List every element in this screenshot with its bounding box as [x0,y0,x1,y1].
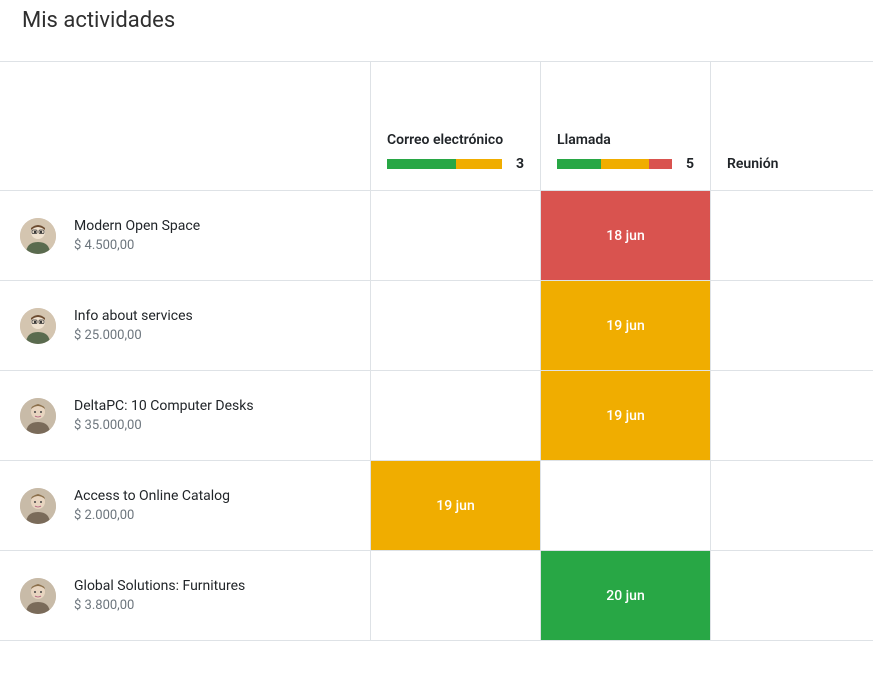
lead-info: Global Solutions: Furnitures $ 3.800,00 [74,578,245,613]
lead-cell[interactable]: Access to Online Catalog $ 2.000,00 [0,461,370,550]
progress-segment-green [557,159,601,169]
table-row[interactable]: Modern Open Space $ 4.500,00 18 jun [0,191,873,281]
lead-cell[interactable]: Modern Open Space $ 4.500,00 [0,191,370,280]
activity-cell[interactable]: 18 jun [540,191,710,280]
avatar[interactable] [20,308,56,344]
lead-amount: $ 2.000,00 [74,508,230,523]
column-progress: 5 [557,156,694,172]
avatar[interactable] [20,488,56,524]
avatar[interactable] [20,398,56,434]
header-spacer [0,62,370,190]
activity-cell[interactable]: 19 jun [540,281,710,370]
column-count: 3 [512,156,524,172]
activity-cell[interactable]: 19 jun [540,371,710,460]
progress-bar [557,159,672,169]
lead-cell[interactable]: DeltaPC: 10 Computer Desks $ 35.000,00 [0,371,370,460]
activity-cell[interactable] [540,461,710,550]
activity-cell[interactable] [370,281,540,370]
progress-segment-green [387,159,456,169]
lead-amount: $ 35.000,00 [74,418,254,433]
lead-info: Modern Open Space $ 4.500,00 [74,218,200,253]
table-row[interactable]: Info about services $ 25.000,00 19 jun [0,281,873,371]
avatar[interactable] [20,578,56,614]
lead-title: Modern Open Space [74,218,200,234]
column-count: 5 [682,156,694,172]
activity-cell[interactable]: 19 jun [370,461,540,550]
column-label: Reunión [727,156,857,172]
table-row[interactable]: Global Solutions: Furnitures $ 3.800,00 20… [0,551,873,641]
lead-cell[interactable]: Info about services $ 25.000,00 [0,281,370,370]
progress-segment-red [649,159,672,169]
table-row[interactable]: Access to Online Catalog $ 2.000,00 19 jun [0,461,873,551]
lead-cell[interactable]: Global Solutions: Furnitures $ 3.800,00 [0,551,370,640]
lead-title: Info about services [74,308,193,324]
table-row[interactable]: DeltaPC: 10 Computer Desks $ 35.000,00 19 … [0,371,873,461]
activity-cell[interactable] [370,551,540,640]
activity-grid: Correo electrónico 3 Llamada 5 Reunión M… [0,61,873,641]
page-title: Mis actividades [0,0,873,61]
activity-cell[interactable] [370,191,540,280]
activity-cell[interactable] [710,371,873,460]
lead-info: Info about services $ 25.000,00 [74,308,193,343]
activity-cell[interactable] [710,281,873,370]
lead-info: DeltaPC: 10 Computer Desks $ 35.000,00 [74,398,254,433]
progress-bar [387,159,502,169]
column-label: Correo electrónico [387,132,524,148]
lead-amount: $ 3.800,00 [74,598,245,613]
progress-segment-orange [456,159,502,169]
lead-info: Access to Online Catalog $ 2.000,00 [74,488,230,523]
column-label: Llamada [557,132,694,148]
column-header-meeting[interactable]: Reunión [710,62,873,190]
activity-cell[interactable]: 20 jun [540,551,710,640]
activity-cell[interactable] [710,461,873,550]
grid-header: Correo electrónico 3 Llamada 5 Reunión [0,61,873,191]
lead-title: Global Solutions: Furnitures [74,578,245,594]
column-progress: 3 [387,156,524,172]
column-header-email[interactable]: Correo electrónico 3 [370,62,540,190]
lead-title: Access to Online Catalog [74,488,230,504]
lead-amount: $ 4.500,00 [74,238,200,253]
lead-title: DeltaPC: 10 Computer Desks [74,398,254,414]
activity-cell[interactable] [710,551,873,640]
activity-cell[interactable] [710,191,873,280]
progress-segment-orange [601,159,649,169]
lead-amount: $ 25.000,00 [74,328,193,343]
column-header-call[interactable]: Llamada 5 [540,62,710,190]
activity-cell[interactable] [370,371,540,460]
avatar[interactable] [20,218,56,254]
